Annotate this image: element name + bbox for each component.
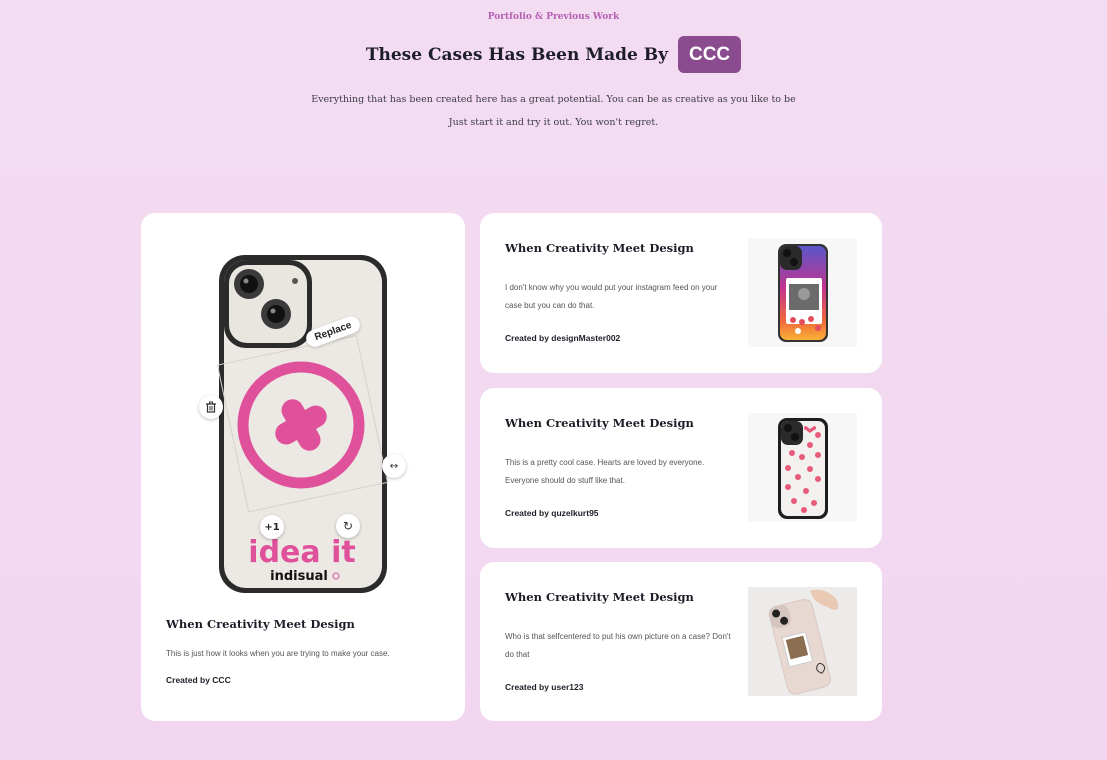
resize-icon[interactable]: ↔ — [382, 454, 406, 478]
rotate-icon[interactable]: ↻ — [336, 514, 360, 538]
creator-badge: CCC — [677, 36, 742, 73]
plus-one-button[interactable]: +1 — [260, 515, 284, 539]
headline: These Cases Has Been Made By CCC — [0, 36, 1107, 73]
phone-editor-mockup: idea it indisual Replace ↔ +1 ↻ — [197, 251, 407, 597]
page-title: These Cases Has Been Made By — [365, 44, 668, 65]
case-card-description: I don't know why you would put your inst… — [505, 283, 718, 310]
plus-one-icon: +1 — [264, 521, 280, 533]
svg-text:indisual: indisual — [270, 569, 328, 584]
case-card-title: When Creativity Meet Design — [505, 590, 694, 604]
case-thumbnail-hearts[interactable] — [748, 413, 857, 522]
case-card-title: When Creativity Meet Design — [505, 241, 694, 255]
trash-icon[interactable] — [199, 395, 223, 419]
eyebrow-label: Portfolio & Previous Work — [487, 12, 620, 22]
case-thumbnail-instagram[interactable] — [748, 238, 857, 347]
case-card-description: Who is that selfcentered to put his own … — [505, 632, 731, 659]
case-card-author: Created by user123 — [505, 682, 584, 692]
case-card-author: Created by designMaster002 — [505, 333, 621, 343]
featured-card-title: When Creativity Meet Design — [166, 617, 355, 631]
case-card[interactable]: When Creativity Meet Design Who is that … — [480, 562, 882, 721]
case-card-description: This is a pretty cool case. Hearts are l… — [505, 458, 705, 485]
featured-card[interactable]: idea it indisual Replace ↔ +1 ↻ When Cre… — [141, 213, 465, 721]
subtitle-line-1: Everything that has been created here ha… — [311, 94, 796, 105]
case-card-title: When Creativity Meet Design — [505, 416, 694, 430]
case-card[interactable]: When Creativity Meet Design This is a pr… — [480, 388, 882, 548]
case-card-author: Created by quzelkurt95 — [505, 508, 599, 518]
featured-card-description: This is just how it looks when you are t… — [166, 649, 390, 658]
subtitle-line-2: Just start it and try it out. You won't … — [448, 117, 659, 128]
featured-card-author: Created by CCC — [166, 675, 231, 685]
case-card[interactable]: When Creativity Meet Design I don't know… — [480, 213, 882, 373]
case-thumbnail-photo[interactable] — [748, 587, 857, 696]
svg-text:idea it: idea it — [248, 535, 355, 570]
